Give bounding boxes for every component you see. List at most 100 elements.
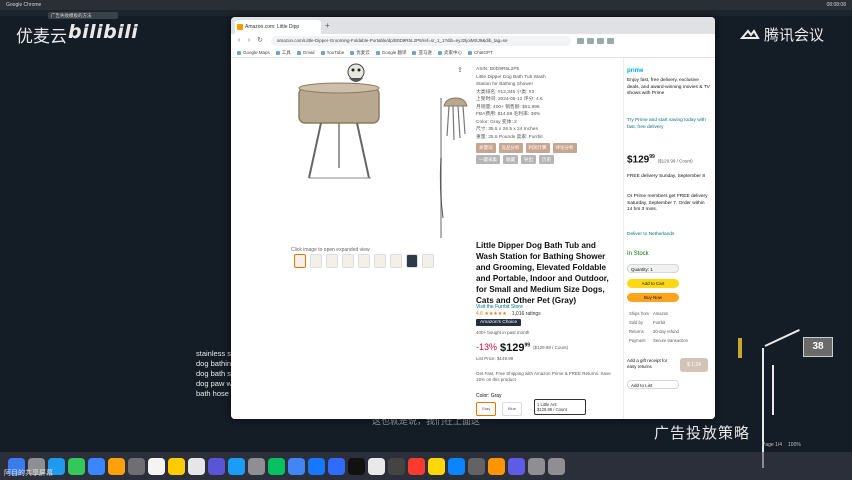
ext-row: Station for Bathing Shower <box>476 82 534 87</box>
thumbnail[interactable] <box>310 254 322 268</box>
terminal-icon[interactable] <box>388 457 405 475</box>
bookmark-icon <box>237 50 241 55</box>
tencent-meeting-dock-icon[interactable] <box>328 457 345 475</box>
bookmark[interactable]: 工具 <box>275 50 291 56</box>
extension-icon[interactable] <box>597 38 604 44</box>
ext-button[interactable]: 历史 <box>539 154 554 164</box>
prime-logo: prime <box>627 68 644 74</box>
bookmark[interactable]: Google 翻译 <box>375 50 406 56</box>
color-swatch[interactable]: Blue <box>502 402 522 416</box>
color-label: Color: Gray <box>476 393 502 399</box>
ext-row: Little Dipper Dog Bath Tub Wash <box>476 74 546 80</box>
share-icon[interactable]: ⇪ <box>457 66 463 74</box>
thumbnail[interactable] <box>374 254 386 268</box>
table-cell[interactable]: 30-day refund <box>653 328 690 335</box>
bookmark[interactable]: Google Maps <box>237 50 270 55</box>
color-swatch[interactable]: Gray <box>476 402 496 416</box>
extension-icon[interactable] <box>577 38 584 44</box>
thumbnail[interactable] <box>390 254 402 268</box>
url-field[interactable]: amazon.com/Little-Dipper-Grooming-Foldab… <box>271 36 571 46</box>
prime-cta-link[interactable]: Try Prime and start saving today with fa… <box>627 118 711 131</box>
zoom-level[interactable]: 100% <box>788 442 801 448</box>
facetime-icon[interactable] <box>128 457 145 475</box>
buy-now-button[interactable]: Buy Now <box>627 293 679 302</box>
mail-icon[interactable] <box>88 457 105 475</box>
reminders-icon[interactable] <box>188 457 205 475</box>
bookmark[interactable]: YouTube <box>320 50 344 55</box>
app-icon[interactable] <box>408 457 425 475</box>
table-cell[interactable]: Furrbit <box>653 319 690 326</box>
in-stock-status: In Stock <box>627 251 649 257</box>
app-icon[interactable] <box>448 457 465 475</box>
music-icon[interactable] <box>208 457 225 475</box>
app-icon[interactable] <box>488 457 505 475</box>
youku-logo: 优麦云 <box>16 27 67 47</box>
preview-icon[interactable] <box>368 457 385 475</box>
extension-floating-button[interactable]: $ 1:24 <box>680 358 708 372</box>
thumbnail[interactable] <box>326 254 338 268</box>
add-to-list-button[interactable]: Add to List <box>627 380 679 389</box>
back-icon[interactable]: ‹ <box>235 37 243 45</box>
top-window-tab[interactable]: 广告失败模板的方法 <box>48 12 118 19</box>
app-icon[interactable] <box>468 457 485 475</box>
thumbnail[interactable] <box>358 254 370 268</box>
ext-button[interactable]: 收藏 <box>503 154 518 164</box>
unit-price: ($129.99 / Count) <box>533 345 569 350</box>
messages-icon[interactable] <box>68 457 85 475</box>
app-icon[interactable] <box>428 457 445 475</box>
menu-app-name[interactable]: Google Chrome <box>6 2 41 8</box>
new-tab-icon[interactable]: + <box>325 21 330 30</box>
calendar-icon[interactable] <box>148 457 165 475</box>
photos-icon[interactable] <box>108 457 125 475</box>
slide-heading: 广告投放策略 <box>654 424 751 442</box>
quantity-select[interactable]: Quantity: 1 <box>627 264 679 273</box>
reload-icon[interactable]: ↻ <box>256 37 264 45</box>
product-image[interactable] <box>261 58 471 243</box>
ext-button[interactable]: 竞品分析 <box>498 143 523 153</box>
ext-row: 大类排名: #12,345 小类: #3 <box>476 89 535 95</box>
add-to-cart-button[interactable]: Add to Cart <box>627 279 679 288</box>
bookmark[interactable]: 卖家中心 <box>437 50 462 56</box>
ext-button[interactable]: 评论分析 <box>552 143 577 153</box>
brand-store-link[interactable]: Visit the Furrbit Store <box>476 304 523 310</box>
table-cell[interactable]: Secure transaction <box>653 337 690 344</box>
amazon-favicon-icon <box>237 24 243 30</box>
browser-tab[interactable]: Amazon.com: Little Dipp <box>235 20 321 34</box>
dingtalk-icon[interactable] <box>308 457 325 475</box>
ext-button[interactable]: 导出 <box>521 154 536 164</box>
ext-button[interactable]: 一键采集 <box>476 154 500 164</box>
ext-button[interactable]: 关键词 <box>476 143 496 153</box>
trash-icon[interactable] <box>548 457 565 475</box>
menu-clock: 08:08:08 <box>826 2 846 8</box>
amazons-choice-badge: Amazon's Choice <box>476 319 522 326</box>
video-thumbnail[interactable] <box>422 254 434 268</box>
rating-stars[interactable]: 4.6 ★★★★★ <box>476 311 507 317</box>
notes-icon[interactable] <box>168 457 185 475</box>
extension-icon[interactable] <box>587 38 594 44</box>
forward-icon[interactable]: › <box>245 37 253 45</box>
ext-button[interactable]: 利润计算 <box>525 143 550 153</box>
wechat-icon[interactable] <box>268 457 285 475</box>
settings-icon[interactable] <box>248 457 265 475</box>
rating-count[interactable]: 1,016 ratings <box>512 311 541 317</box>
thumbnail[interactable] <box>406 254 418 268</box>
capcut-icon[interactable] <box>348 457 365 475</box>
deliver-to-location[interactable]: Deliver to Netherlands <box>627 232 711 239</box>
chrome-icon[interactable] <box>288 457 305 475</box>
tencent-meeting-logo: 腾讯会议 <box>740 24 824 45</box>
bookmark[interactable]: 优麦云 <box>350 50 370 56</box>
extension-icon[interactable] <box>607 38 614 44</box>
app-icon[interactable] <box>508 457 525 475</box>
size-option[interactable]: 1 Little Ant $129.99 / Count <box>534 399 586 415</box>
thumbnail[interactable] <box>294 254 306 268</box>
gift-receipt-checkbox[interactable]: Add a gift receipt for easy returns <box>627 358 677 370</box>
thumbnail[interactable] <box>342 254 354 268</box>
table-row: Returns 30-day refund <box>629 328 690 335</box>
bookmark[interactable]: 亚马逊 <box>412 50 432 56</box>
bookmark[interactable]: Gmail <box>296 50 315 55</box>
ext-row: Color: Gray 变体: 2 <box>476 119 517 125</box>
appstore-icon[interactable] <box>228 457 245 475</box>
table-row: Payment Secure transaction <box>629 337 690 344</box>
bookmark[interactable]: ChatGPT <box>467 50 493 55</box>
downloads-icon[interactable] <box>528 457 545 475</box>
